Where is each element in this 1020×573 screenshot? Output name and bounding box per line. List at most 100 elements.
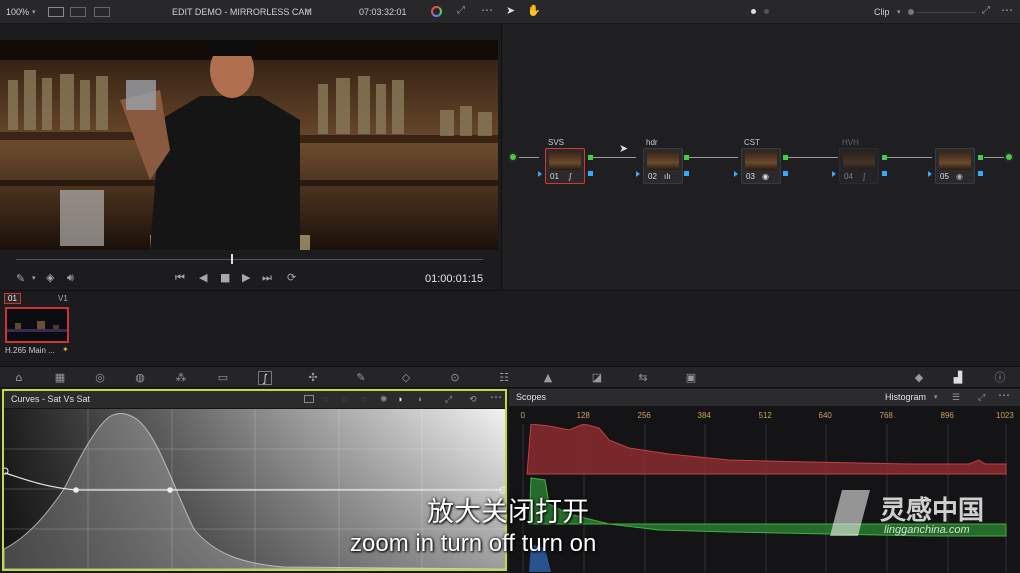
- hand-icon[interactable]: ✋: [527, 4, 541, 17]
- fullscreen-icon[interactable]: ⤢: [445, 391, 452, 408]
- sat-vs-sat-icon[interactable]: ◑: [397, 391, 402, 408]
- layers-icon[interactable]: ◈: [46, 271, 54, 284]
- single-viewer-icon[interactable]: [48, 7, 64, 17]
- node-graph[interactable]: ➤ SVS 01 ∫ hdr 02 ılı CST 03 ◉ HVH 04 ∫ …: [501, 24, 1020, 290]
- fullscreen-icon[interactable]: ⤢: [978, 389, 985, 406]
- curve-point[interactable]: [73, 487, 79, 493]
- clip-thumbnail[interactable]: [5, 307, 69, 343]
- scope-settings-icon[interactable]: ☰: [952, 389, 960, 406]
- more-icon[interactable]: ⋯: [490, 389, 502, 406]
- more-icon[interactable]: ⋯: [481, 3, 493, 17]
- rgb-output-port[interactable]: [882, 155, 887, 160]
- lum-vs-sat-icon[interactable]: ✺: [380, 391, 388, 408]
- chevron-down-icon[interactable]: ▾: [32, 8, 36, 16]
- page-dot-active[interactable]: [751, 9, 756, 14]
- curves-icon[interactable]: ∫: [258, 371, 272, 385]
- volume-icon[interactable]: 🔊︎: [67, 271, 74, 285]
- node-mode-select[interactable]: Clip: [874, 0, 890, 24]
- camera-raw-icon[interactable]: ⌂: [12, 371, 26, 385]
- rgb-output-port[interactable]: [783, 155, 788, 160]
- info-icon[interactable]: ⓘ: [993, 371, 1007, 385]
- sat-vs-lum-icon[interactable]: ◐: [418, 391, 423, 408]
- gallery-viewer-icon[interactable]: [94, 7, 110, 17]
- output-port[interactable]: [1004, 152, 1014, 162]
- sizing-icon[interactable]: ⇆: [636, 371, 650, 385]
- video-viewer[interactable]: [0, 40, 498, 250]
- node-01[interactable]: 01 ∫: [545, 148, 585, 184]
- blur-icon[interactable]: ▲: [541, 371, 555, 385]
- step-back-icon[interactable]: ◀: [199, 271, 207, 284]
- split-viewer-icon[interactable]: [70, 7, 86, 17]
- clip-name: H.265 Main ...: [5, 346, 55, 355]
- zoom-slider-handle[interactable]: [908, 9, 914, 15]
- custom-curve-icon[interactable]: [304, 395, 314, 403]
- node-label: HVH: [842, 138, 859, 147]
- more-icon[interactable]: ⋯: [1001, 3, 1013, 17]
- play-icon[interactable]: ▶: [242, 271, 250, 284]
- key-output-port[interactable]: [588, 171, 593, 176]
- key-input-icon[interactable]: [538, 171, 542, 177]
- stop-icon[interactable]: ■: [220, 271, 230, 284]
- node-02[interactable]: 02 ılı: [643, 148, 683, 184]
- skip-end-icon[interactable]: ⏭︎: [262, 271, 272, 285]
- pointer-icon[interactable]: ➤: [506, 4, 515, 17]
- fullscreen-icon[interactable]: ⤢: [457, 5, 465, 16]
- reset-icon[interactable]: ⟲: [469, 391, 477, 408]
- loop-icon[interactable]: ⟳: [287, 271, 296, 284]
- key-input-icon[interactable]: [928, 171, 932, 177]
- scopes-toggle-icon[interactable]: ▟: [951, 371, 965, 385]
- rgb-output-port[interactable]: [978, 155, 983, 160]
- playhead[interactable]: [230, 254, 233, 264]
- page-dot[interactable]: [764, 9, 769, 14]
- zoom-slider-track[interactable]: [916, 12, 976, 13]
- qualifier-icon[interactable]: ✎: [354, 371, 368, 385]
- more-icon[interactable]: ⋯: [998, 387, 1010, 404]
- scrub-bar[interactable]: [16, 259, 483, 260]
- key-output-port[interactable]: [882, 171, 887, 176]
- node-03[interactable]: 03 ◉: [741, 148, 781, 184]
- color-wheel-icon[interactable]: [431, 6, 442, 17]
- node-number: 04: [844, 172, 853, 181]
- keyframes-icon[interactable]: ◆: [912, 371, 926, 385]
- rgb-mixer-icon[interactable]: ⁂: [174, 371, 188, 385]
- connection-line: [592, 157, 636, 158]
- chevron-down-icon[interactable]: ▾: [897, 8, 901, 16]
- connection-line: [886, 157, 932, 158]
- hdr-icon[interactable]: ◍: [133, 371, 147, 385]
- color-match-icon[interactable]: ▦: [53, 371, 67, 385]
- zoom-select[interactable]: 100%: [6, 0, 29, 24]
- color-wheels-icon[interactable]: ◎: [93, 371, 107, 385]
- window-icon[interactable]: ◇: [399, 371, 413, 385]
- chevron-down-icon[interactable]: ▾: [307, 7, 311, 15]
- node-05[interactable]: 05 ◉: [935, 148, 975, 184]
- subtitle-english: zoom in turn off turn on: [350, 530, 597, 557]
- key-icon[interactable]: ◪: [590, 371, 604, 385]
- scope-mode-select[interactable]: Histogram: [885, 389, 926, 406]
- tick-label: 384: [697, 411, 711, 420]
- curves-icon: ∫: [862, 172, 867, 181]
- hue-vs-hue-icon[interactable]: ◌: [323, 391, 328, 408]
- skip-start-icon[interactable]: ⏮︎: [175, 271, 185, 285]
- rgb-output-port[interactable]: [588, 155, 593, 160]
- key-input-icon[interactable]: [636, 171, 640, 177]
- chevron-down-icon[interactable]: ▾: [934, 389, 938, 406]
- magic-mask-icon[interactable]: ☷: [497, 371, 511, 385]
- rgb-output-port[interactable]: [684, 155, 689, 160]
- fullscreen-icon[interactable]: ⤢: [982, 5, 990, 16]
- curve-point[interactable]: [167, 487, 173, 493]
- color-warper-icon[interactable]: ✣: [306, 371, 320, 385]
- tracker-icon[interactable]: ⊙: [448, 371, 462, 385]
- chevron-down-icon[interactable]: ▾: [32, 274, 36, 282]
- hue-vs-sat-icon[interactable]: ◌: [342, 391, 347, 408]
- key-input-icon[interactable]: [832, 171, 836, 177]
- key-input-icon[interactable]: [734, 171, 738, 177]
- key-output-port[interactable]: [684, 171, 689, 176]
- motion-effects-icon[interactable]: ▭: [216, 371, 230, 385]
- 3d-icon[interactable]: ▣: [684, 371, 698, 385]
- node-04[interactable]: 04 ∫: [839, 148, 879, 184]
- hue-vs-lum-icon[interactable]: ◌: [361, 391, 366, 408]
- input-port[interactable]: [508, 152, 518, 162]
- key-output-port[interactable]: [783, 171, 788, 176]
- key-output-port[interactable]: [978, 171, 983, 176]
- dropper-icon[interactable]: ✎: [16, 272, 25, 285]
